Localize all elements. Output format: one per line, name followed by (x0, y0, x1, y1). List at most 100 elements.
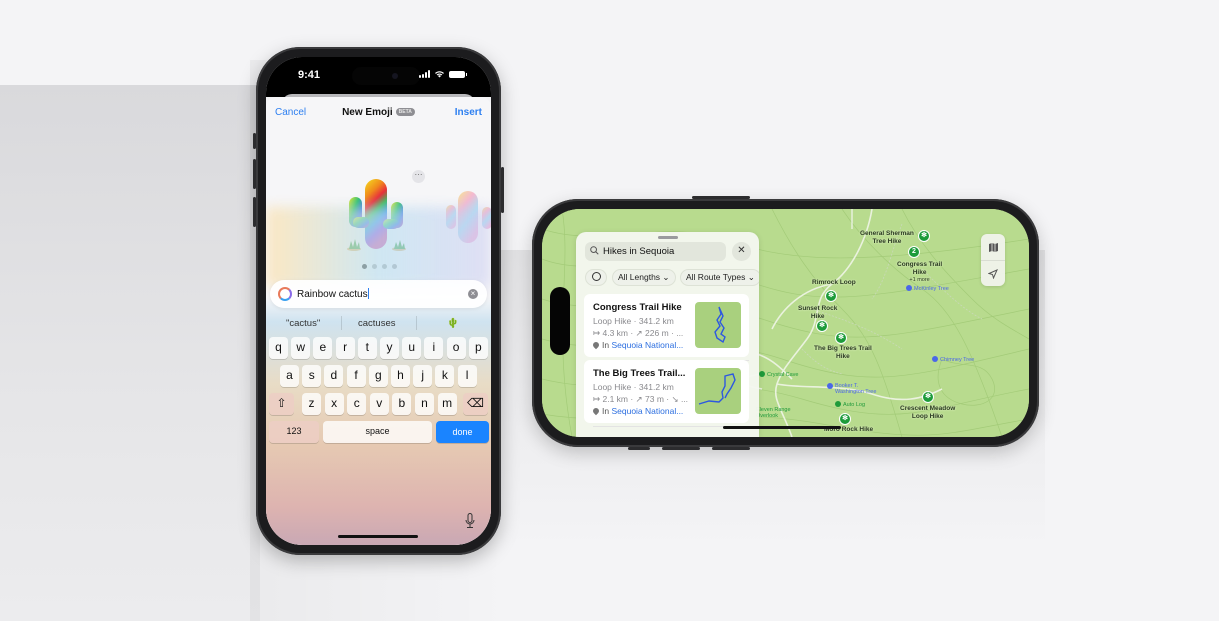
prompt-input[interactable]: Rainbow cactus (297, 289, 368, 300)
key-l[interactable]: l (457, 365, 477, 387)
hike-pin-icon[interactable]: ✻ (922, 391, 934, 403)
background-band (0, 85, 260, 621)
poi-auto-log[interactable]: Auto Log (835, 401, 865, 408)
key-t[interactable]: t (357, 337, 377, 359)
filter-chip-lengths[interactable]: All Lengths ⌄ (612, 269, 676, 286)
volume-down-button (253, 197, 256, 227)
filter-options-button[interactable] (585, 269, 607, 286)
poi-crystal-cave[interactable]: Crystal Cave (759, 371, 798, 378)
poi-booker-washington[interactable]: Booker T. Washington Tree (827, 383, 876, 395)
location-button[interactable] (981, 260, 1005, 286)
hike-pin-icon[interactable]: ✻ (839, 413, 851, 425)
search-input[interactable]: Hikes in Sequoia (603, 246, 674, 257)
key-m[interactable]: m (437, 393, 457, 415)
hike-pin-icon[interactable]: ✻ (835, 332, 847, 344)
key-i[interactable]: i (424, 337, 444, 359)
map-label-sunset-rock[interactable]: Sunset Rock Hike (798, 305, 837, 320)
key-k[interactable]: k (435, 365, 455, 387)
microphone-icon[interactable] (465, 513, 475, 529)
shift-key[interactable]: ⇧ (269, 393, 294, 415)
hike-pin-icon[interactable]: ✻ (918, 230, 930, 242)
space-key[interactable]: space (323, 421, 432, 443)
clear-text-button[interactable]: × (468, 289, 478, 299)
text-caret (367, 288, 369, 299)
more-count: +1 more (909, 277, 930, 283)
more-options-button[interactable]: ··· (412, 170, 425, 183)
location-prefix: In (602, 340, 610, 350)
search-field[interactable]: Hikes in Sequoia (585, 242, 726, 261)
action-button (628, 447, 650, 450)
action-button (253, 133, 256, 149)
key-z[interactable]: z (302, 393, 321, 415)
map-label-general-sherman[interactable]: General Sherman Tree Hike (860, 230, 914, 245)
key-n[interactable]: n (415, 393, 434, 415)
result-item[interactable]: The Big Trees Trail... Loop Hike · 341.2… (584, 360, 749, 427)
emoji-prompt-field[interactable]: Rainbow cactus × (270, 280, 487, 308)
key-h[interactable]: h (391, 365, 410, 387)
key-b[interactable]: b (392, 393, 412, 415)
suggestion-item[interactable]: "cactus" (286, 318, 320, 329)
park-link[interactable]: Sequoia National... (611, 406, 683, 416)
key-s[interactable]: s (302, 365, 322, 387)
result-item[interactable]: Congress Trail Hike Loop Hike · 341.2 km… (584, 294, 749, 361)
prompt-text-wrap: Rainbow cactus (297, 288, 369, 300)
filter-chips: All Lengths ⌄ All Route Types ⌄ (585, 269, 759, 286)
suggestion-emoji[interactable]: 🌵 (447, 318, 459, 329)
cluster-pin[interactable]: 2 (908, 246, 920, 258)
key-a[interactable]: a (280, 365, 299, 387)
numbers-key[interactable]: 123 (269, 421, 319, 443)
sheet-header: Cancel New Emoji BETA Insert (266, 107, 491, 125)
result-title: The Big Trees Trail... (593, 368, 686, 379)
insert-button[interactable]: Insert (455, 107, 482, 118)
key-r[interactable]: r (335, 337, 355, 359)
key-v[interactable]: v (369, 393, 389, 415)
genmoji-icon (278, 287, 292, 301)
key-e[interactable]: e (313, 337, 333, 359)
key-y[interactable]: y (380, 337, 399, 359)
poi-mckinley-tree[interactable]: McKinley Tree (906, 285, 949, 292)
home-indicator[interactable] (338, 535, 418, 538)
key-j[interactable]: j (413, 365, 433, 387)
key-u[interactable]: u (402, 337, 422, 359)
panel-grabber[interactable] (658, 236, 678, 239)
tree-poi-icon (906, 285, 912, 291)
label-text: Sunset Rock Hike (798, 305, 838, 320)
dynamic-island (352, 67, 420, 85)
map-label-big-trees[interactable]: The Big Trees Trail Hike (814, 345, 872, 360)
key-x[interactable]: x (324, 393, 344, 415)
hike-pin-icon[interactable]: ✻ (816, 320, 828, 332)
key-g[interactable]: g (368, 365, 388, 387)
location-pin-icon (591, 340, 601, 350)
location-arrow-icon (988, 268, 998, 279)
map-label-crescent-meadow[interactable]: Crescent Meadow Loop Hike (900, 405, 955, 420)
delete-key[interactable]: ⌫ (463, 393, 488, 415)
hike-pin-icon[interactable]: ✻ (825, 290, 837, 302)
camera-icon (392, 73, 398, 79)
key-w[interactable]: w (291, 337, 311, 359)
poi-chimney-tree[interactable]: Chimney Tree (932, 356, 974, 363)
chip-label: All Lengths (618, 272, 661, 282)
key-q[interactable]: q (269, 337, 288, 359)
close-search-button[interactable]: ✕ (732, 242, 751, 261)
label-text: Congress Trail Hike (897, 261, 943, 276)
filter-icon (591, 272, 601, 281)
suggestion-item[interactable]: cactuses (358, 318, 396, 329)
map-mode-button[interactable] (981, 234, 1005, 260)
key-f[interactable]: f (346, 365, 366, 387)
label-text: Crescent Meadow Loop Hike (900, 405, 956, 420)
park-link[interactable]: Sequoia National... (611, 340, 683, 350)
filter-chip-route-types[interactable]: All Route Types ⌄ (680, 269, 759, 286)
map-label-congress-trail[interactable]: Congress Trail Hike +1 more (897, 261, 942, 285)
status-time: 9:41 (298, 69, 321, 81)
home-indicator[interactable] (723, 426, 841, 429)
key-o[interactable]: o (446, 337, 466, 359)
done-key[interactable]: done (436, 421, 489, 443)
key-d[interactable]: d (324, 365, 344, 387)
result-stats: ↦ 2.1 km · ↗ 73 m · ↘ ... (593, 394, 689, 404)
key-c[interactable]: c (347, 393, 367, 415)
key-p[interactable]: p (468, 337, 488, 359)
label-text: Booker T. Washington Tree (835, 383, 877, 395)
map-label-rimrock[interactable]: Rimrock Loop (812, 279, 856, 287)
poi-eleven-range[interactable]: Eleven Range Overlook (756, 407, 791, 419)
result-subtitle: Loop Hike · 341.2 km (593, 316, 674, 326)
